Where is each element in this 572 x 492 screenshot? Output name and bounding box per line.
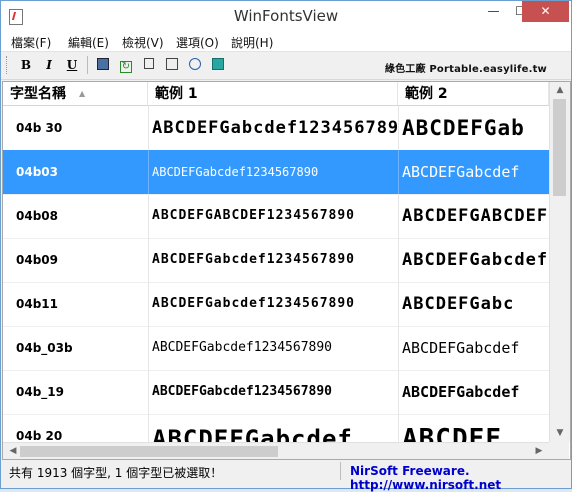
sort-ascending-icon: ▲: [79, 89, 86, 98]
toolbar-separator: [87, 56, 88, 74]
scroll-right-icon[interactable]: ▶: [529, 443, 549, 459]
font-list[interactable]: 字型名稱 ▲ 範例 1 範例 2 04b 30 ABCDEFGabcdef123…: [2, 81, 571, 460]
table-row[interactable]: 04b_19 ABCDEFGabcdef1234567890 ABCDEFGab…: [3, 370, 549, 415]
column-header-font-name[interactable]: 字型名稱 ▲: [3, 82, 148, 106]
status-bar: 共有 1913 個字型, 1 個字型已被選取！ NirSoft Freeware…: [1, 460, 571, 492]
font-name-cell: 04b_03b: [16, 341, 73, 355]
menu-help[interactable]: 說明(H): [231, 34, 273, 51]
sample-1-cell: ABCDEFGabcdef1234567890: [148, 282, 398, 326]
font-name-cell: 04b08: [16, 209, 58, 223]
column-header-label: 字型名稱: [10, 86, 66, 102]
font-name-cell: 04b_19: [16, 385, 64, 399]
toolbar: B I U ↻ 綠色工廠 Portable.easylife.tw: [1, 52, 571, 80]
column-header-sample-2[interactable]: 範例 2: [398, 82, 549, 106]
vertical-scroll-thumb[interactable]: [553, 99, 566, 196]
sample-2-cell: ABCDEFGabcdef: [398, 150, 549, 194]
menu-file[interactable]: 檔案(F): [11, 34, 51, 51]
sample-1-cell: ABCDEFGabcdef1234567890: [148, 150, 398, 194]
main-window: WinFontsView — ☐ ✕ 檔案(F) 編輯(E) 檢視(V) 選項(…: [0, 0, 572, 492]
sample-1-cell: ABCDEFGabcdef1234567890: [148, 370, 398, 414]
column-header-sample-1[interactable]: 範例 1: [148, 82, 398, 106]
table-row[interactable]: 04b11 ABCDEFGabcdef1234567890 ABCDEFGabc: [3, 282, 549, 327]
nirsoft-link[interactable]: NirSoft Freeware. http://www.nirsoft.net: [350, 464, 571, 492]
font-name-cell: 04b09: [16, 253, 58, 267]
table-row[interactable]: 04b09 ABCDEFGabcdef1234567890 ABCDEFGabc…: [3, 238, 549, 283]
sample-2-cell: ABCDEFGabcdef: [398, 370, 549, 414]
menu-edit[interactable]: 編輯(E): [68, 34, 109, 51]
brand-logo: 綠色工廠 Portable.easylife.tw: [384, 64, 547, 75]
scroll-up-icon[interactable]: ▲: [550, 82, 570, 99]
close-button[interactable]: ✕: [522, 1, 569, 22]
sample-2-cell: ABCDEFGabcdef: [398, 326, 549, 370]
sample-2-cell: ABCDEFGab: [398, 106, 549, 150]
font-name-cell: 04b03: [16, 165, 58, 179]
font-name-cell: 04b 30: [16, 121, 63, 135]
table-row[interactable]: 04b08 ABCDEFGABCDEF1234567890 ABCDEFGABC…: [3, 194, 549, 239]
status-font-count: 共有 1913 個字型, 1 個字型已被選取！: [9, 466, 223, 480]
menu-bar: 檔案(F) 編輯(E) 檢視(V) 選項(O) 說明(H): [1, 31, 571, 52]
menu-options[interactable]: 選項(O): [176, 34, 219, 51]
toolbar-grip[interactable]: [6, 56, 9, 74]
horizontal-scroll-thumb[interactable]: [20, 446, 278, 457]
sample-1-cell: ABCDEFGABCDEF1234567890: [148, 194, 398, 238]
copy-icon[interactable]: [140, 56, 158, 74]
sample-1-cell: ABCDEFGabcdef1234567890: [148, 326, 398, 370]
exit-icon[interactable]: [209, 56, 227, 74]
sample-2-cell: ABCDEFGABCDEF: [398, 194, 549, 238]
underline-button[interactable]: U: [63, 56, 81, 74]
save-icon[interactable]: [94, 56, 112, 74]
scroll-down-icon[interactable]: ▼: [550, 425, 570, 442]
horizontal-scrollbar[interactable]: ◀ ▶: [3, 442, 549, 459]
sample-1-cell: ABCDEFGabcdef1234567890: [148, 238, 398, 282]
sample-2-cell: ABCDEFGabcdef: [398, 238, 549, 282]
bold-button[interactable]: B: [17, 56, 35, 74]
italic-button[interactable]: I: [40, 56, 58, 74]
status-divider: [340, 462, 341, 480]
vertical-scrollbar[interactable]: ▲ ▼: [549, 82, 570, 442]
font-name-cell: 04b11: [16, 297, 58, 311]
properties-icon[interactable]: [163, 56, 181, 74]
table-row-selected[interactable]: 04b03 ABCDEFGabcdef1234567890 ABCDEFGabc…: [3, 150, 549, 195]
table-row[interactable]: 04b 30 ABCDEFGabcdef1234567890 ABCDEFGab: [3, 106, 549, 151]
sample-2-cell: ABCDEFGabc: [398, 282, 549, 326]
refresh-icon[interactable]: ↻: [117, 56, 135, 74]
sample-1-cell: ABCDEFGabcdef1234567890: [148, 106, 398, 150]
table-row[interactable]: 04b_03b ABCDEFGabcdef1234567890 ABCDEFGa…: [3, 326, 549, 371]
title-bar[interactable]: WinFontsView — ☐ ✕: [1, 1, 571, 31]
scrollbar-corner: [549, 442, 569, 459]
menu-view[interactable]: 檢視(V): [122, 34, 164, 51]
find-icon[interactable]: [186, 56, 204, 74]
minimize-button[interactable]: —: [480, 1, 507, 22]
